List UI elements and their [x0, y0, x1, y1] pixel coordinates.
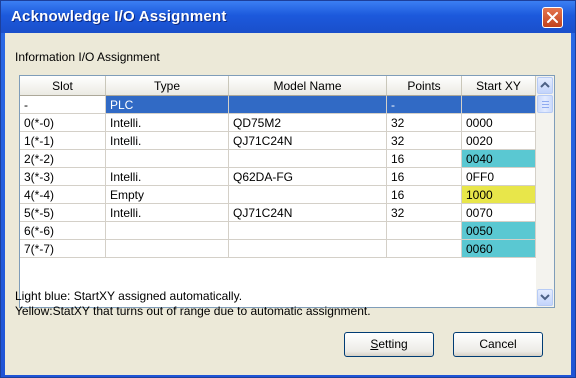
cell-type[interactable]: PLC [106, 96, 229, 114]
cell-start-xy[interactable]: 0050 [462, 222, 536, 240]
cell-slot[interactable]: 2(*-2) [20, 150, 106, 168]
cell-slot[interactable]: 0(*-0) [20, 114, 106, 132]
cell-start-xy[interactable]: 0040 [462, 150, 536, 168]
cell-slot[interactable]: 3(*-3) [20, 168, 106, 186]
cell-model-name[interactable]: Q62DA-FG [229, 168, 387, 186]
column-header-type[interactable]: Type [106, 76, 229, 96]
cell-model-name[interactable] [229, 96, 387, 114]
cell-type[interactable] [106, 222, 229, 240]
cell-model-name[interactable] [229, 222, 387, 240]
cell-points[interactable]: - [387, 96, 462, 114]
scroll-down-button[interactable] [537, 289, 553, 306]
chevron-down-icon [540, 294, 550, 301]
cell-type[interactable]: Intelli. [106, 168, 229, 186]
column-header-start-xy[interactable]: Start XY [462, 76, 536, 96]
dialog-body: Information I/O Assignment Slot Type Mod… [5, 33, 571, 375]
cell-points[interactable]: 32 [387, 114, 462, 132]
scroll-up-button[interactable] [537, 77, 553, 94]
column-header-points[interactable]: Points [387, 76, 462, 96]
cell-start-xy[interactable]: 0020 [462, 132, 536, 150]
io-assignment-grid: Slot Type Model Name Points Start XY - P… [19, 75, 555, 308]
group-label: Information I/O Assignment [15, 50, 160, 64]
cell-model-name[interactable]: QJ71C24N [229, 204, 387, 222]
cell-start-xy[interactable]: 0FF0 [462, 168, 536, 186]
cell-model-name[interactable] [229, 150, 387, 168]
legend-light-blue: Light blue: StartXY assigned automatical… [15, 289, 243, 303]
cell-slot[interactable]: 4(*-4) [20, 186, 106, 204]
cell-points[interactable]: 16 [387, 168, 462, 186]
dialog-window: Acknowledge I/O Assignment Information I… [0, 0, 576, 378]
cell-type[interactable]: Intelli. [106, 114, 229, 132]
cell-start-xy[interactable] [462, 96, 536, 114]
close-icon [547, 12, 558, 23]
cell-start-xy[interactable]: 0070 [462, 204, 536, 222]
close-button[interactable] [542, 7, 563, 28]
vertical-scrollbar[interactable] [536, 76, 554, 307]
cell-start-xy[interactable]: 0000 [462, 114, 536, 132]
column-header-slot[interactable]: Slot [20, 76, 106, 96]
title-bar[interactable]: Acknowledge I/O Assignment [1, 1, 575, 33]
cell-model-name[interactable]: QJ71C24N [229, 132, 387, 150]
scroll-thumb[interactable] [537, 95, 553, 113]
cell-points[interactable]: 32 [387, 132, 462, 150]
setting-button[interactable]: Setting [344, 332, 434, 357]
cell-slot[interactable]: 6(*-6) [20, 222, 106, 240]
cell-type[interactable]: Empty [106, 186, 229, 204]
thumb-grip [542, 101, 549, 102]
cell-start-xy[interactable]: 0060 [462, 240, 536, 258]
window-title: Acknowledge I/O Assignment [11, 8, 227, 25]
cell-type[interactable] [106, 150, 229, 168]
legend-yellow: Yellow:StatXY that turns out of range du… [15, 304, 371, 318]
cell-type[interactable] [106, 240, 229, 258]
column-header-model-name[interactable]: Model Name [229, 76, 387, 96]
cell-slot[interactable]: 1(*-1) [20, 132, 106, 150]
cell-points[interactable] [387, 240, 462, 258]
cancel-button[interactable]: Cancel [453, 332, 543, 357]
cell-type[interactable]: Intelli. [106, 132, 229, 150]
cell-points[interactable] [387, 222, 462, 240]
cell-model-name[interactable]: QD75M2 [229, 114, 387, 132]
cell-points[interactable]: 16 [387, 150, 462, 168]
setting-label: etting [378, 337, 408, 351]
cell-start-xy[interactable]: 1000 [462, 186, 536, 204]
cell-points[interactable]: 16 [387, 186, 462, 204]
cell-slot[interactable]: 5(*-5) [20, 204, 106, 222]
cell-slot[interactable]: - [20, 96, 106, 114]
thumb-grip [542, 104, 549, 105]
cell-slot[interactable]: 7(*-7) [20, 240, 106, 258]
cell-model-name[interactable] [229, 240, 387, 258]
cell-model-name[interactable] [229, 186, 387, 204]
chevron-up-icon [540, 81, 550, 88]
cell-points[interactable]: 32 [387, 204, 462, 222]
thumb-grip [542, 107, 549, 108]
cell-type[interactable]: Intelli. [106, 204, 229, 222]
